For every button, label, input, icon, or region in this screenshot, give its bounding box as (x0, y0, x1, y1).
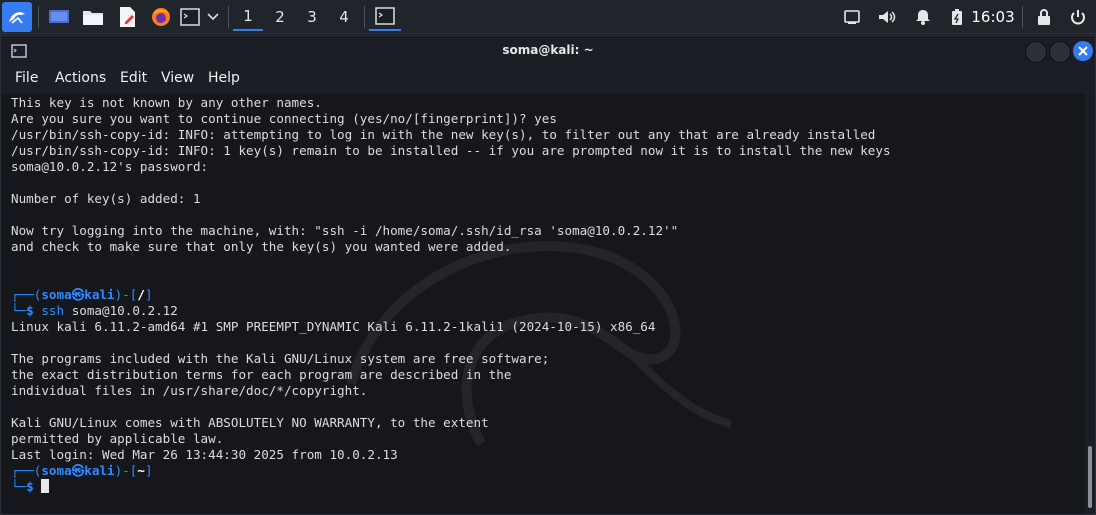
window-title: soma@kali: ~ (502, 43, 594, 57)
terminal-text: This key is not known by any other names… (11, 95, 891, 495)
panel-separator (38, 6, 39, 28)
text-editor-icon[interactable] (114, 3, 140, 31)
prompt-host: kali (84, 463, 115, 478)
prompt-host: kali (84, 287, 115, 302)
window-titlebar[interactable]: soma@kali: ~ (1, 36, 1095, 66)
scrollbar-thumb[interactable] (1088, 446, 1092, 508)
power-icon[interactable] (1067, 3, 1089, 31)
close-icon (1078, 46, 1088, 56)
menu-actions[interactable]: Actions (55, 70, 106, 86)
files-icon[interactable] (80, 3, 106, 31)
prompt-frame: ┌──( (11, 463, 42, 478)
menu-view[interactable]: View (161, 70, 194, 86)
prompt-user: soma (41, 287, 72, 302)
desktop-icon[interactable] (46, 3, 72, 31)
panel-separator (364, 6, 365, 28)
command: ssh (41, 303, 65, 318)
login-banner: Linux kali 6.11.2-amd64 #1 SMP PREEMPT_D… (11, 319, 656, 462)
network-icon[interactable] (841, 3, 863, 31)
command-arg: soma@10.0.2.12 (71, 303, 178, 318)
top-panel: 1 2 3 4 16:03 (0, 0, 1096, 34)
menu-file[interactable]: File (15, 70, 38, 86)
terminal-task-icon[interactable] (369, 3, 401, 31)
prompt-frame: ] (144, 287, 153, 302)
kali-menu-icon[interactable] (2, 2, 32, 32)
menu-bar: File Actions Edit View Help (1, 66, 1095, 94)
terminal-icon[interactable] (179, 3, 201, 31)
prompt-dir: ~ (137, 463, 145, 478)
prompt-frame: )-[ (114, 463, 138, 478)
close-button[interactable] (1073, 41, 1093, 61)
menu-edit[interactable]: Edit (120, 70, 147, 86)
prompt-user: soma (41, 463, 72, 478)
terminal-window: soma@kali: ~ File Actions Edit View Help… (0, 35, 1096, 515)
workspace-2[interactable]: 2 (265, 3, 295, 31)
volume-icon[interactable] (876, 3, 898, 31)
prompt-frame: └─ (11, 303, 27, 318)
firefox-icon[interactable] (148, 3, 174, 31)
prompt-frame: └─ (11, 479, 27, 494)
workspace-4[interactable]: 4 (329, 3, 359, 31)
kali-skull-icon: ㉿ (71, 463, 85, 478)
prompt-frame: )-[ (114, 287, 138, 302)
lock-icon[interactable] (1033, 3, 1055, 31)
maximize-button[interactable] (1049, 41, 1071, 63)
minimize-button[interactable] (1025, 41, 1047, 63)
prompt-dollar: $ (26, 303, 42, 318)
prompt-dir: / (137, 287, 145, 302)
text-cursor (41, 479, 50, 493)
panel-separator (228, 6, 229, 28)
battery-icon[interactable] (946, 3, 968, 31)
panel-clock[interactable]: 16:03 (971, 3, 1014, 31)
terminal-output[interactable]: This key is not known by any other names… (1, 94, 1085, 514)
ssh-copy-id-output: This key is not known by any other names… (11, 95, 891, 254)
panel-separator (1022, 6, 1023, 28)
workspace-1[interactable]: 1 (233, 3, 263, 31)
prompt-frame: ┌──( (11, 287, 42, 302)
prompt-frame: ] (144, 463, 153, 478)
notifications-icon[interactable] (912, 3, 934, 31)
workspace-3[interactable]: 3 (297, 3, 327, 31)
chevron-down-icon[interactable] (204, 3, 222, 31)
kali-skull-icon: ㉿ (71, 287, 85, 302)
prompt-dollar: $ (26, 479, 42, 494)
menu-help[interactable]: Help (208, 70, 240, 86)
